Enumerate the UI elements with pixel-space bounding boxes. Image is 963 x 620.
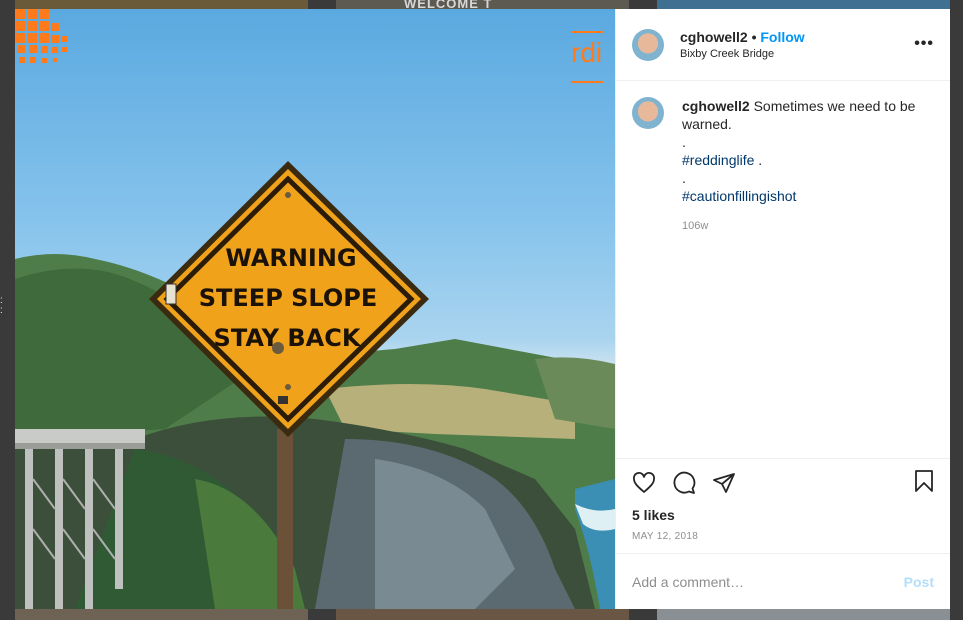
caption-dot: .	[682, 170, 686, 186]
caption-username[interactable]: cghowell2	[682, 98, 750, 114]
bookmark-icon[interactable]	[912, 469, 936, 498]
more-options-icon[interactable]: •••	[914, 35, 934, 53]
time-ago[interactable]: 106w	[682, 217, 934, 235]
post-sidebar: cghowell2 • Follow Bixby Creek Bridge ••…	[615, 9, 950, 609]
share-icon[interactable]	[712, 471, 736, 495]
caption-dot: .	[682, 134, 686, 150]
username-link[interactable]: cghowell2	[680, 29, 748, 45]
post-photo[interactable]: WARNING STEEP SLOPE STAY BACK rdi	[15, 9, 615, 609]
photo-scene: WARNING STEEP SLOPE STAY BACK	[15, 161, 615, 609]
rdi-logo-icon	[15, 9, 67, 63]
post-modal: WARNING STEEP SLOPE STAY BACK rdi cghowe…	[15, 9, 950, 609]
grid-thumbnail[interactable]	[15, 609, 308, 620]
prev-arrow-icon[interactable]: ::	[0, 296, 3, 316]
comment-form: Post	[616, 553, 950, 609]
hashtag-link[interactable]: #cautionfillingishot	[682, 187, 934, 205]
likes-count[interactable]: 5 likes	[632, 507, 934, 523]
grid-thumbnail[interactable]	[657, 0, 950, 9]
grid-thumbnail[interactable]	[15, 0, 308, 9]
caption-suffix: .	[754, 152, 763, 168]
grid-thumbnail[interactable]	[336, 609, 629, 620]
sign-line-3: STAY BACK	[214, 324, 362, 352]
hashtag-link[interactable]: #reddinglife	[682, 152, 754, 168]
header-text: cghowell2 • Follow Bixby Creek Bridge	[680, 28, 805, 62]
avatar[interactable]	[632, 28, 664, 61]
comment-icon[interactable]	[672, 471, 696, 495]
location-link[interactable]: Bixby Creek Bridge	[680, 46, 805, 62]
comment-input[interactable]	[632, 573, 882, 590]
caption: cghowell2 Sometimes we need to be warned…	[632, 97, 934, 235]
watermark-rule	[571, 81, 603, 83]
separator: •	[747, 28, 761, 45]
username-row: cghowell2 • Follow	[680, 28, 805, 46]
comments-section: cghowell2 Sometimes we need to be warned…	[616, 81, 950, 458]
caption-line: #reddinglife .	[682, 151, 934, 169]
caption-body: cghowell2 Sometimes we need to be warned…	[682, 97, 934, 235]
actions-section: 5 likes MAY 12, 2018	[616, 458, 950, 553]
post-button[interactable]: Post	[904, 574, 934, 590]
sign-line-2: STEEP SLOPE	[199, 284, 378, 312]
post-date[interactable]: MAY 12, 2018	[632, 531, 934, 542]
watermark-text: rdi	[571, 37, 603, 68]
caption-avatar[interactable]	[632, 97, 664, 129]
action-icons	[632, 469, 934, 497]
sign-line-1: WARNING	[225, 244, 356, 272]
follow-button[interactable]: Follow	[760, 29, 804, 45]
post-header: cghowell2 • Follow Bixby Creek Bridge ••…	[616, 9, 950, 81]
watermark-rule	[571, 31, 603, 33]
heart-icon[interactable]	[632, 471, 656, 495]
grid-thumbnail[interactable]	[657, 609, 950, 620]
